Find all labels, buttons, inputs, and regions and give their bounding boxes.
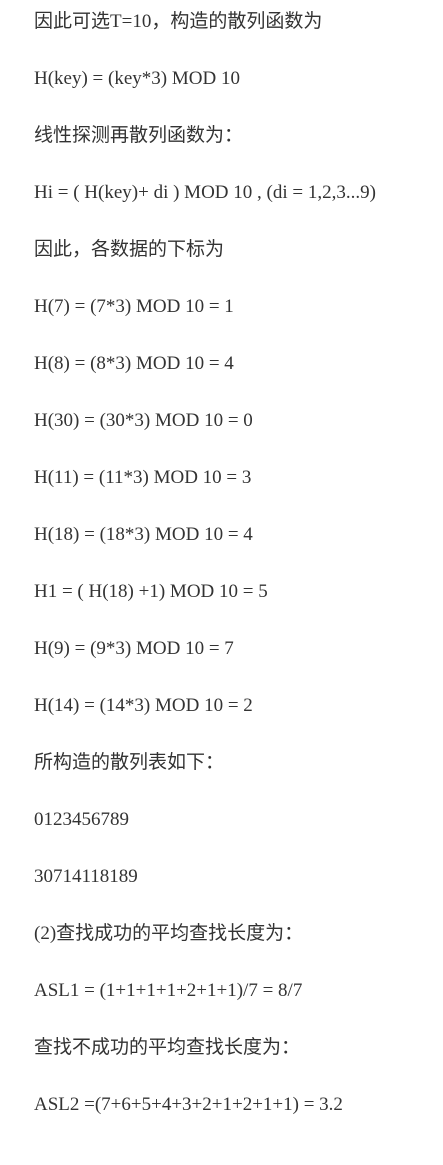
text-line: H(11) = (11*3) MOD 10 = 3	[34, 467, 252, 488]
text-line: (2)查找成功的平均查找长度为：	[34, 923, 304, 944]
text-line: ASL1 = (1+1+1+1+2+1+1)/7 = 8/7	[34, 980, 303, 1001]
text-line: ASL2 =(7+6+5+4+3+2+1+2+1+1) = 3.2	[34, 1094, 343, 1115]
text-line: 因此可选T=10，构造的散列函数为	[34, 11, 323, 32]
text-line: H(8) = (8*3) MOD 10 = 4	[34, 353, 234, 374]
text-line: 因此，各数据的下标为	[34, 239, 225, 260]
text-line: 查找不成功的平均查找长度为：	[34, 1037, 301, 1058]
text-line: 30714118189	[34, 866, 138, 887]
text-line: H1 = ( H(18) +1) MOD 10 = 5	[34, 581, 268, 602]
text-line: H(9) = (9*3) MOD 10 = 7	[34, 638, 234, 659]
text-line: 0123456789	[34, 809, 129, 830]
text-line: H(18) = (18*3) MOD 10 = 4	[34, 524, 253, 545]
text-line: H(30) = (30*3) MOD 10 = 0	[34, 410, 253, 431]
text-line: H(key) = (key*3) MOD 10	[34, 68, 240, 89]
text-line: 线性探测再散列函数为：	[34, 125, 244, 146]
text-line: H(7) = (7*3) MOD 10 = 1	[34, 296, 234, 317]
text-line: 所构造的散列表如下：	[34, 752, 225, 773]
text-line: H(14) = (14*3) MOD 10 = 2	[34, 695, 253, 716]
text-line: Hi = ( H(key)+ di ) MOD 10 , (di = 1,2,3…	[34, 182, 376, 203]
